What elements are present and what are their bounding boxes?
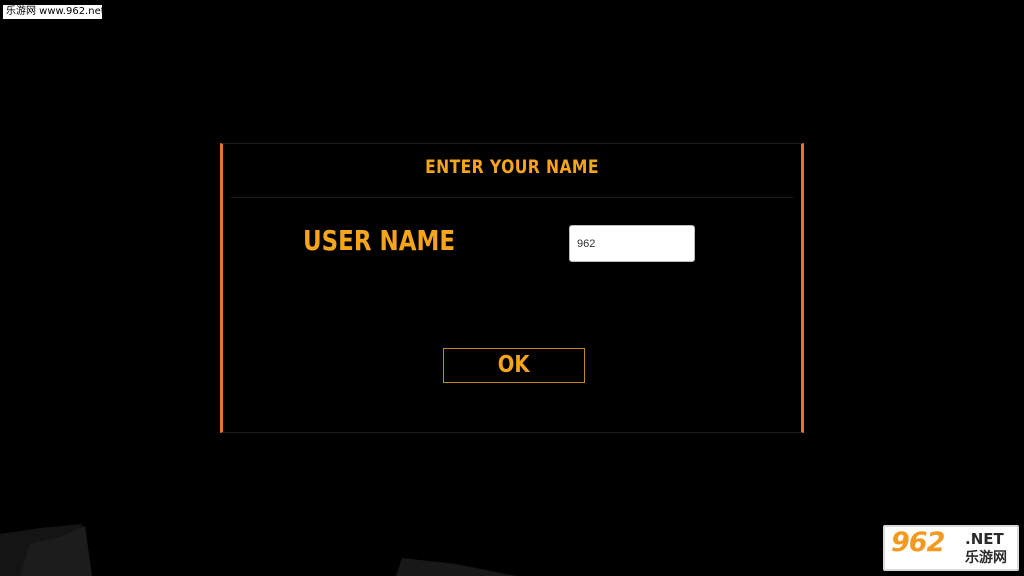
title-divider <box>231 197 793 198</box>
name-dialog: ENTER YOUR NAME USER NAME OK <box>220 143 804 433</box>
ok-button[interactable]: OK <box>443 348 585 383</box>
logo-suffix-text: .NET <box>965 530 1004 548</box>
ok-button-label: OK <box>498 352 530 378</box>
logo-sub-text: 乐游网 <box>965 550 1007 566</box>
dialog-title: ENTER YOUR NAME <box>425 156 599 178</box>
watermark-logo: 962 .NET 乐游网 <box>883 525 1019 571</box>
watermark-top: 乐游网 www.962.net <box>3 5 102 19</box>
scene-rock-mid <box>396 558 516 576</box>
logo-main-text: 962 <box>891 527 945 558</box>
user-name-input[interactable] <box>569 225 695 262</box>
scene-rock-left <box>0 524 92 576</box>
user-name-label: USER NAME <box>303 224 456 257</box>
